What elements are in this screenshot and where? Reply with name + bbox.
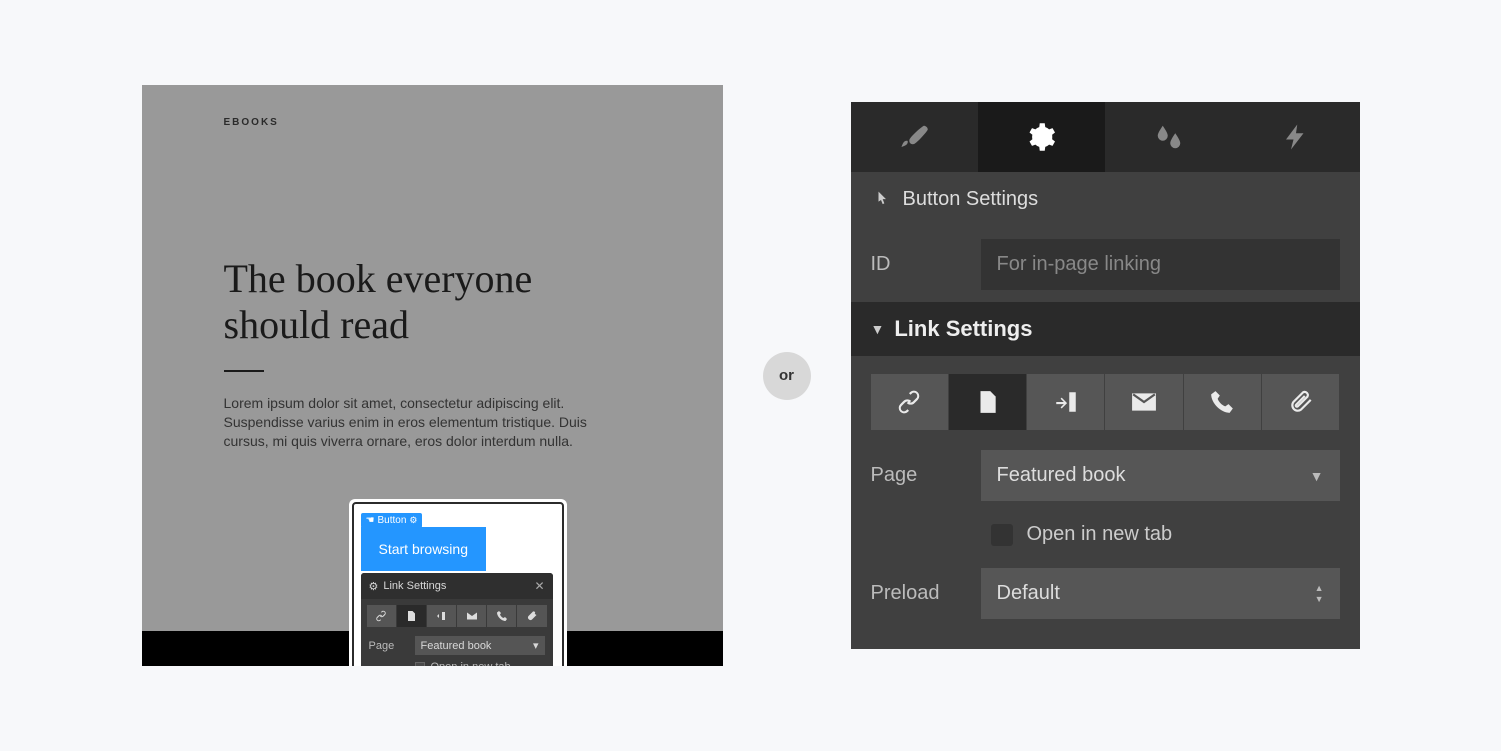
email-link-icon[interactable] (457, 605, 486, 627)
link-settings-popover: ⚙ Link Settings ✕ Page Featured book ▾ (361, 573, 553, 666)
section-link-icon[interactable] (427, 605, 456, 627)
page-value: Featured book (997, 464, 1126, 487)
preload-label: Preload (871, 582, 961, 605)
email-link-icon[interactable] (1105, 374, 1182, 430)
page-row: Page Featured book ▼ (851, 438, 1360, 513)
selected-element-wrapper: ☚ Button ⚙ Start browsing ⚙ Link Setting… (349, 499, 567, 666)
drops-icon (1154, 122, 1184, 152)
or-separator: or (763, 352, 811, 400)
chevron-down-icon: ▼ (871, 321, 885, 337)
phone-link-icon[interactable] (487, 605, 516, 627)
url-link-icon[interactable] (367, 605, 396, 627)
page-link-icon[interactable] (949, 374, 1026, 430)
page-label: Page (871, 464, 961, 487)
hero-title: The book everyone should read (224, 256, 641, 348)
tab-settings[interactable] (978, 102, 1105, 172)
popover-title: Link Settings (383, 580, 446, 592)
brush-icon (899, 122, 929, 152)
open-new-tab-row[interactable]: Open in new tab (851, 513, 1360, 556)
gear-icon[interactable]: ⚙ (409, 515, 417, 526)
phone-link-icon[interactable] (1184, 374, 1261, 430)
pointer-icon: ☚ (366, 515, 375, 526)
page-link-icon[interactable] (397, 605, 426, 627)
page-value-mini: Featured book (421, 640, 492, 652)
hero-body-text: Lorem ipsum dolor sit amet, consectetur … (224, 394, 624, 451)
preload-row: Preload Default ▲▼ (851, 556, 1360, 631)
url-link-icon[interactable] (871, 374, 948, 430)
id-field-row: ID (851, 227, 1360, 302)
element-tag[interactable]: ☚ Button ⚙ (361, 513, 423, 528)
chevron-down-icon: ▾ (533, 639, 539, 652)
link-settings-header[interactable]: ▼ Link Settings (851, 302, 1360, 356)
button-settings-title: Button Settings (903, 188, 1039, 211)
id-label: ID (871, 253, 961, 276)
page-select[interactable]: Featured book ▼ (981, 450, 1340, 501)
page-label-mini: Page (369, 640, 407, 652)
start-browsing-button[interactable]: Start browsing (361, 527, 486, 571)
open-new-tab-label-mini: Open in new tab (431, 661, 511, 666)
link-settings-title: Link Settings (894, 316, 1032, 342)
link-type-row (851, 356, 1360, 438)
chevron-down-icon: ▼ (1310, 468, 1324, 484)
link-type-icons-mini (361, 599, 553, 633)
stepper-icon: ▲▼ (1315, 584, 1324, 604)
lightning-icon (1281, 122, 1311, 152)
panel-tab-row (851, 102, 1360, 172)
element-tag-label: Button (377, 515, 406, 526)
file-link-icon[interactable] (517, 605, 546, 627)
preload-select[interactable]: Default ▲▼ (981, 568, 1340, 619)
open-new-tab-checkbox-mini[interactable] (415, 662, 425, 666)
preload-value: Default (997, 582, 1060, 605)
page-select-mini[interactable]: Featured book ▾ (415, 636, 545, 655)
settings-panel: Button Settings ID ▼ Link Settings Page … (851, 102, 1360, 649)
file-link-icon[interactable] (1262, 374, 1339, 430)
open-new-tab-row-mini[interactable]: Open in new tab (361, 658, 553, 666)
tab-style[interactable] (851, 102, 978, 172)
open-new-tab-checkbox[interactable] (991, 524, 1013, 546)
eyebrow-text: EBOOKS (224, 117, 641, 128)
hero-rule (224, 370, 264, 372)
popover-header: ⚙ Link Settings ✕ (361, 573, 553, 599)
open-new-tab-label: Open in new tab (1027, 523, 1173, 546)
canvas-preview: EBOOKS The book everyone should read Lor… (142, 85, 723, 666)
close-icon[interactable]: ✕ (534, 579, 544, 593)
id-input[interactable] (981, 239, 1340, 290)
gear-icon (1026, 122, 1056, 152)
page-row-mini: Page Featured book ▾ (361, 633, 553, 658)
tab-interactions[interactable] (1232, 102, 1359, 172)
section-link-icon[interactable] (1027, 374, 1104, 430)
gear-icon: ⚙ (369, 580, 379, 593)
button-settings-header: Button Settings (851, 172, 1360, 227)
tab-effects[interactable] (1105, 102, 1232, 172)
pointer-icon (871, 190, 891, 210)
